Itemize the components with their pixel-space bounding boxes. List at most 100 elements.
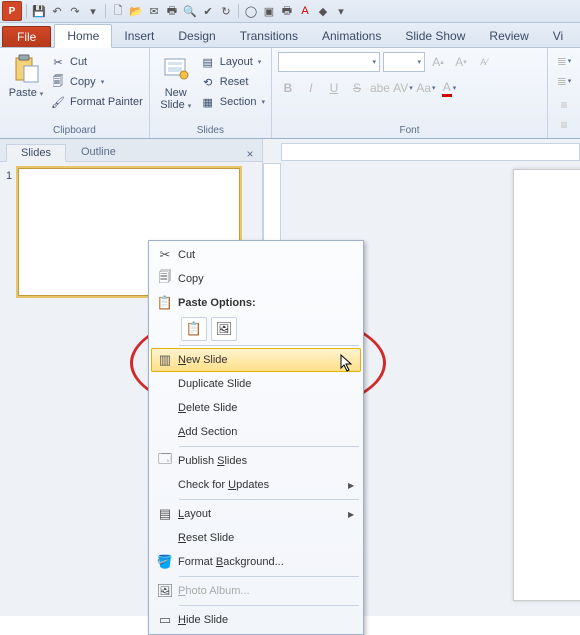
ctx-layout[interactable]: ▤Layout▶ <box>151 502 361 526</box>
shrink-font-button[interactable]: A▾ <box>451 52 471 72</box>
change-case-button[interactable]: Aa▾ <box>416 78 436 98</box>
side-close-icon[interactable]: × <box>242 147 258 161</box>
ctx-paste-options: 📋Paste Options: <box>151 291 361 315</box>
group-icon[interactable]: ▣ <box>261 3 277 19</box>
tab-view[interactable]: Vi <box>541 25 575 47</box>
shape-icon[interactable]: ◯ <box>243 3 259 19</box>
side-tabs: Slides Outline × <box>0 139 262 162</box>
side-tab-outline[interactable]: Outline <box>66 143 131 161</box>
group-slides: New Slide ▾ ▤Layout▾ ⟲Reset ▦Section▾ Sl… <box>150 48 272 138</box>
underline-button[interactable]: U <box>324 78 344 98</box>
group-label-slides: Slides <box>156 124 265 138</box>
redo-icon[interactable]: ↷ <box>67 3 83 19</box>
shape-fill-icon[interactable]: ◆ <box>315 3 331 19</box>
new-slide-icon: ▥ <box>152 349 178 371</box>
paste-dest-theme[interactable]: 📋 <box>181 317 207 341</box>
copy-button[interactable]: 🗐Copy▾ <box>50 73 143 91</box>
qat-more-icon[interactable]: ▾ <box>85 3 101 19</box>
tab-transitions[interactable]: Transitions <box>228 25 310 47</box>
paste-button[interactable]: Paste ▾ <box>6 51 46 124</box>
undo-icon[interactable]: ↶ <box>49 3 65 19</box>
print-icon[interactable]: 🖶 <box>279 3 295 19</box>
group-label-font: Font <box>278 124 541 138</box>
app-icon[interactable]: P <box>2 1 22 21</box>
tab-file[interactable]: File <box>2 26 51 47</box>
italic-button[interactable]: I <box>301 78 321 98</box>
section-icon: ▦ <box>200 94 216 110</box>
reset-button[interactable]: ⟲Reset <box>200 73 265 91</box>
font-color-button[interactable]: A▾ <box>439 78 459 98</box>
grow-font-button[interactable]: A▴ <box>428 52 448 72</box>
quickprint-icon[interactable]: 🖶 <box>164 3 180 19</box>
new-slide-icon <box>160 53 192 85</box>
tab-design[interactable]: Design <box>166 25 227 47</box>
font-size-combo[interactable]: ▾ <box>383 52 425 72</box>
tab-slideshow[interactable]: Slide Show <box>393 25 477 47</box>
tab-insert[interactable]: Insert <box>112 25 166 47</box>
ctx-add-section[interactable]: Add Section <box>151 420 361 444</box>
ctx-check-updates[interactable]: Check for Updates▶ <box>151 473 361 497</box>
qat-customize-icon[interactable]: ▾ <box>333 3 349 19</box>
bold-button[interactable]: B <box>278 78 298 98</box>
font-name-combo[interactable]: ▾ <box>278 52 380 72</box>
quick-access-toolbar: P 💾 ↶ ↷ ▾ 🗋 📂 ✉ 🖶 🔍 ✔ ↻ ◯ ▣ 🖶 A ◆ ▾ <box>0 0 580 23</box>
ctx-publish-slides[interactable]: 🗔Publish Slides <box>151 449 361 473</box>
ctx-duplicate-slide[interactable]: Duplicate Slide <box>151 372 361 396</box>
layout-button[interactable]: ▤Layout▾ <box>200 53 265 71</box>
publish-icon: 🗔 <box>152 450 178 472</box>
numbering-button[interactable]: ≣▾ <box>554 71 574 91</box>
strike-button[interactable]: S <box>347 78 367 98</box>
cut-icon: ✂ <box>152 244 178 266</box>
ctx-photo-album: 🖼Photo Album... <box>151 579 361 603</box>
preview-icon[interactable]: 🔍 <box>182 3 198 19</box>
ctx-format-background[interactable]: 🪣Format Background... <box>151 550 361 574</box>
reset-icon: ⟲ <box>200 74 216 90</box>
paste-icon: 📋 <box>152 292 178 314</box>
ctx-cut[interactable]: ✂Cut <box>151 243 361 267</box>
copy-icon: 🗐 <box>50 74 66 90</box>
format-painter-button[interactable]: 🖌Format Painter <box>50 93 143 111</box>
open-icon[interactable]: 📂 <box>128 3 144 19</box>
paste-icon <box>10 53 42 85</box>
section-button[interactable]: ▦Section▾ <box>200 93 265 111</box>
layout-icon: ▤ <box>152 503 178 525</box>
ctx-copy[interactable]: 🗐Copy <box>151 267 361 291</box>
side-tab-slides[interactable]: Slides <box>6 144 66 162</box>
cut-button[interactable]: ✂Cut <box>50 53 143 71</box>
tab-review[interactable]: Review <box>477 25 540 47</box>
font-color-icon[interactable]: A <box>297 3 313 19</box>
ruler-horizontal <box>281 143 580 161</box>
mouse-cursor <box>340 354 356 374</box>
char-spacing-button[interactable]: AV▾ <box>393 78 413 98</box>
ctx-delete-slide[interactable]: Delete Slide <box>151 396 361 420</box>
new-slide-button[interactable]: New Slide ▾ <box>156 51 196 124</box>
align-left-button[interactable]: ≡ <box>554 95 574 115</box>
shadow-button[interactable]: abe <box>370 78 390 98</box>
ctx-new-slide[interactable]: ▥New Slide <box>151 348 361 372</box>
slide-canvas[interactable] <box>513 169 580 601</box>
ctx-reset-slide[interactable]: Reset Slide <box>151 526 361 550</box>
format-bg-icon: 🪣 <box>152 551 178 573</box>
hide-slide-icon: ▭ <box>152 609 178 631</box>
email-icon[interactable]: ✉ <box>146 3 162 19</box>
format-painter-icon: 🖌 <box>50 94 66 110</box>
context-menu: ✂Cut 🗐Copy 📋Paste Options: 📋 🖼 ▥New Slid… <box>148 240 364 635</box>
group-clipboard: Paste ▾ ✂Cut 🗐Copy▾ 🖌Format Painter Clip… <box>0 48 150 138</box>
clear-format-button[interactable]: A⁄ <box>474 52 494 72</box>
group-label-clipboard: Clipboard <box>6 124 143 138</box>
align-center-button[interactable]: ≡ <box>554 115 574 135</box>
ctx-hide-slide[interactable]: ▭Hide Slide <box>151 608 361 632</box>
paste-picture[interactable]: 🖼 <box>211 317 237 341</box>
spelling-icon[interactable]: ✔ <box>200 3 216 19</box>
repeat-icon[interactable]: ↻ <box>218 3 234 19</box>
slide-number: 1 <box>6 168 12 296</box>
paste-options-row: 📋 🖼 <box>151 315 361 343</box>
group-font: ▾ ▾ A▴ A▾ A⁄ B I U S abe AV▾ Aa▾ A▾ Font <box>272 48 548 138</box>
save-icon[interactable]: 💾 <box>31 3 47 19</box>
tab-animations[interactable]: Animations <box>310 25 393 47</box>
tab-home[interactable]: Home <box>54 24 112 48</box>
photo-album-icon: 🖼 <box>152 580 178 602</box>
new-icon[interactable]: 🗋 <box>110 3 126 19</box>
bullets-button[interactable]: ≣▾ <box>554 51 574 71</box>
ribbon-tabs: File Home Insert Design Transitions Anim… <box>0 23 580 48</box>
